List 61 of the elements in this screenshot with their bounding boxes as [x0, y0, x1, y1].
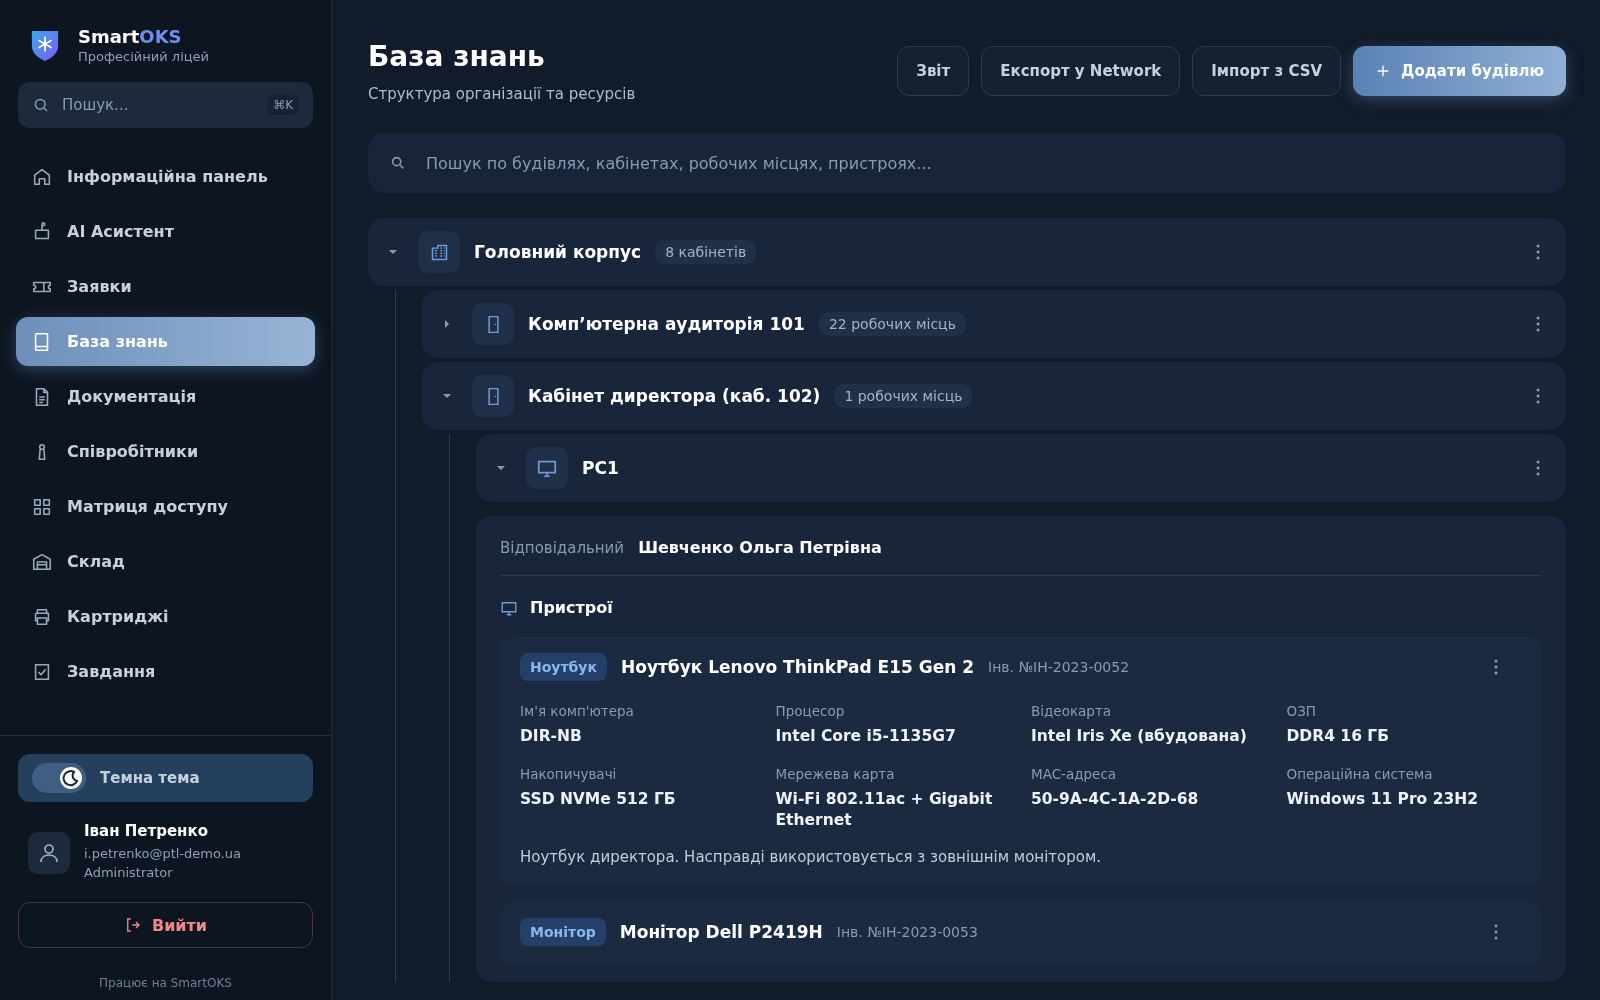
- spec-value: Intel Iris Xe (вбудована): [1031, 726, 1248, 747]
- spec-label: Ім'я комп'ютера: [520, 703, 635, 719]
- nav-item[interactable]: Документація: [16, 372, 315, 421]
- section-title: Пристрої: [530, 598, 613, 617]
- spec-value: Intel Core i5-1135G7: [775, 726, 957, 747]
- toolbar-button[interactable]: Експорт у Network: [981, 46, 1181, 96]
- field-label: Відповідальний: [500, 539, 625, 557]
- spec-value: DDR4 16 ГБ: [1286, 726, 1390, 747]
- device-name: Ноутбук Lenovo ThinkPad E15 Gen 2: [621, 657, 975, 677]
- nav-item[interactable]: Заявки: [16, 262, 315, 311]
- logout-button[interactable]: Вийти: [18, 902, 313, 948]
- spec-label: Операційна система: [1286, 765, 1434, 782]
- responsible-person: Шевченко Ольга Петрівна: [638, 538, 882, 557]
- app-name: SmartOKS: [78, 26, 183, 47]
- spec-value: Windows 11 Pro 23H2: [1286, 788, 1479, 810]
- count-badge: 1 робочих місць: [834, 384, 973, 408]
- spec-value: DIR-NB: [520, 726, 583, 747]
- device-type-tag: Ноутбук: [520, 653, 607, 681]
- spec-label: ОЗП: [1286, 703, 1317, 719]
- app-subtitle: Професійний ліцей: [78, 49, 210, 64]
- nav-item[interactable]: Співробітники: [16, 427, 315, 476]
- node-title: Кабінет директора (каб. 102): [528, 386, 821, 406]
- inventory-number: Інв. №IH-2023-0052: [988, 659, 1130, 675]
- toolbar-button[interactable]: Звіт: [897, 46, 970, 96]
- tree-row[interactable]: Кабінет директора (каб. 102) 1 робочих місць: [422, 362, 1566, 430]
- tree-row[interactable]: Комп’ютерна аудиторія 101 22 робочих місць: [422, 290, 1566, 358]
- user-email: i.petrenko@ptl-demo.ua: [84, 846, 242, 861]
- spec-label: Процесор: [775, 703, 846, 719]
- device-name: Монітор Dell P2419H: [619, 922, 823, 943]
- theme-label: Темна тема: [100, 769, 200, 787]
- search-field[interactable]: Пошук по будівлях, кабінетах, робочих місцях, пристроях...: [368, 133, 1566, 193]
- node-title: PC1: [582, 458, 619, 478]
- nav-item[interactable]: Картриджі: [16, 592, 315, 641]
- count-badge: 22 робочих місць: [818, 312, 966, 336]
- nav-item[interactable]: Інформаційна панель: [16, 152, 315, 201]
- spec-value: Wi-Fi 802.11ac + Gigabit Ethernet: [775, 788, 994, 832]
- spec-value: 50-9A-4C-1A-2D-68: [1031, 788, 1200, 810]
- device-type-tag: Монітор: [520, 918, 606, 947]
- page-subtitle: Структура організації та ресурсів: [368, 85, 636, 103]
- nav-item[interactable]: Завдання: [16, 647, 315, 696]
- device-note: Ноутбук директора. Насправді використовується з зовнішнім монітором.: [520, 848, 1102, 867]
- nav-item[interactable]: Склад: [16, 537, 315, 586]
- count-badge: 8 кабінетів: [655, 240, 757, 264]
- node-title: Головний корпус: [474, 242, 642, 262]
- footer-text: Працює на SmartOKS: [98, 976, 233, 990]
- page-title: База знань: [368, 40, 546, 73]
- nav-item[interactable]: AI Асистент: [16, 207, 315, 256]
- tree-row[interactable]: PC1: [476, 434, 1566, 502]
- spec-label: Відеокарта: [1031, 703, 1113, 719]
- spec-label: Накопичувачі: [520, 765, 618, 782]
- nav-item[interactable]: Матриця доступу: [16, 482, 315, 531]
- tree-row[interactable]: Головний корпус 8 кабінетів: [368, 218, 1566, 286]
- toolbar-button[interactable]: Імпорт з CSV: [1192, 46, 1342, 96]
- spec-label: MAC-адреса: [1031, 765, 1118, 782]
- shortcut-hint: ⌘K: [267, 95, 299, 115]
- user-name: Іван Петренко: [84, 822, 209, 840]
- spec-label: Мережева карта: [775, 765, 896, 782]
- inventory-number: Інв. №IH-2023-0053: [836, 924, 978, 941]
- user-role: Administrator: [84, 865, 174, 880]
- spec-value: SSD NVMe 512 ГБ: [520, 788, 677, 810]
- node-title: Комп’ютерна аудиторія 101: [528, 314, 805, 334]
